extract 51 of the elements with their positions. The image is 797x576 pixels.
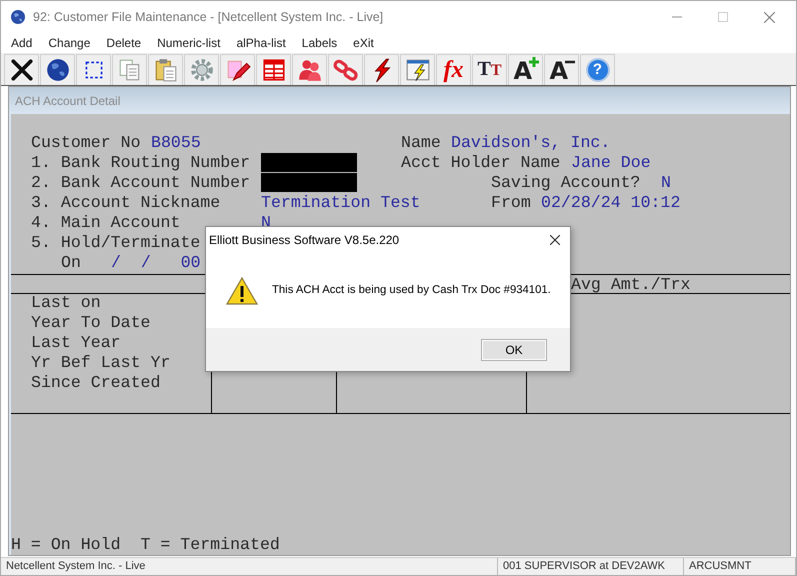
field-value: Termination Test xyxy=(261,193,420,213)
menu-item[interactable]: alPha-list xyxy=(228,34,294,52)
field-label: On xyxy=(61,253,81,273)
menu-item[interactable]: Labels xyxy=(294,34,346,52)
field-label: 2. Bank Account Number xyxy=(31,173,250,193)
field-label: 4. Main Account xyxy=(31,213,180,233)
globe-icon xyxy=(10,9,26,25)
field-label: 5. Hold/Terminate xyxy=(31,233,200,253)
field-label: 1. Bank Routing Number xyxy=(31,153,250,173)
window-lightning-icon[interactable] xyxy=(404,57,430,83)
cross-icon[interactable] xyxy=(8,57,34,83)
dialog-title: Elliott Business Software V8.5e.220 xyxy=(209,232,400,249)
table-icon[interactable] xyxy=(260,57,286,83)
chain-icon[interactable] xyxy=(332,57,358,83)
ok-button[interactable]: OK xyxy=(481,338,547,360)
menu-item[interactable]: Delete xyxy=(98,34,150,52)
status-text: 001 SUPERVISOR at DEV2AWK xyxy=(503,559,666,574)
row-label: Since Created xyxy=(31,373,160,393)
column-header: Avg Amt./Trx xyxy=(571,274,690,294)
child-window-title: ACH Account Detail xyxy=(15,92,120,110)
field-value: 02/28/24 10:12 xyxy=(541,193,680,213)
status-text: Netcellent System Inc. - Live xyxy=(6,559,146,574)
field-label: Saving Account? xyxy=(491,173,640,193)
row-label: Last on xyxy=(31,293,101,313)
field-value: N xyxy=(661,173,671,193)
menu-item[interactable]: Change xyxy=(40,34,98,52)
field-label: From xyxy=(491,193,531,213)
row-label: Yr Bef Last Yr xyxy=(31,353,170,373)
status-text: ARCUSMNT xyxy=(689,559,752,574)
clipboard-icon[interactable] xyxy=(152,57,178,83)
gear-icon[interactable] xyxy=(188,57,214,83)
field-value: / / 00 xyxy=(111,253,201,273)
field-value: Jane Doe xyxy=(571,153,651,173)
close-icon[interactable] xyxy=(550,235,560,245)
field-label: 3. Account Nickname xyxy=(31,193,220,213)
legend-text: H = On Hold T = Terminated xyxy=(11,535,280,555)
menu-item[interactable]: Numeric-list xyxy=(149,34,228,52)
field-label: Customer No xyxy=(31,133,141,153)
field-label: Acct Holder Name xyxy=(401,153,560,173)
row-label: Year To Date xyxy=(31,313,150,333)
window-title: 92: Customer File Maintenance - [Netcellent System Inc. - Live] xyxy=(33,8,384,26)
field-label: Name xyxy=(401,133,441,153)
warning-icon xyxy=(226,276,258,304)
field-value: Davidson's, Inc. xyxy=(451,133,610,153)
dialog-message: This ACH Acct is being used by Cash Trx Doc #934101. xyxy=(272,283,551,298)
menu-item[interactable]: eXit xyxy=(345,34,382,52)
globe-icon[interactable] xyxy=(44,57,70,83)
help-button[interactable]: ? xyxy=(586,58,610,82)
field-value: B8055 xyxy=(151,133,201,153)
row-label: Last Year xyxy=(31,333,121,353)
menu-item[interactable]: Add xyxy=(3,34,40,52)
